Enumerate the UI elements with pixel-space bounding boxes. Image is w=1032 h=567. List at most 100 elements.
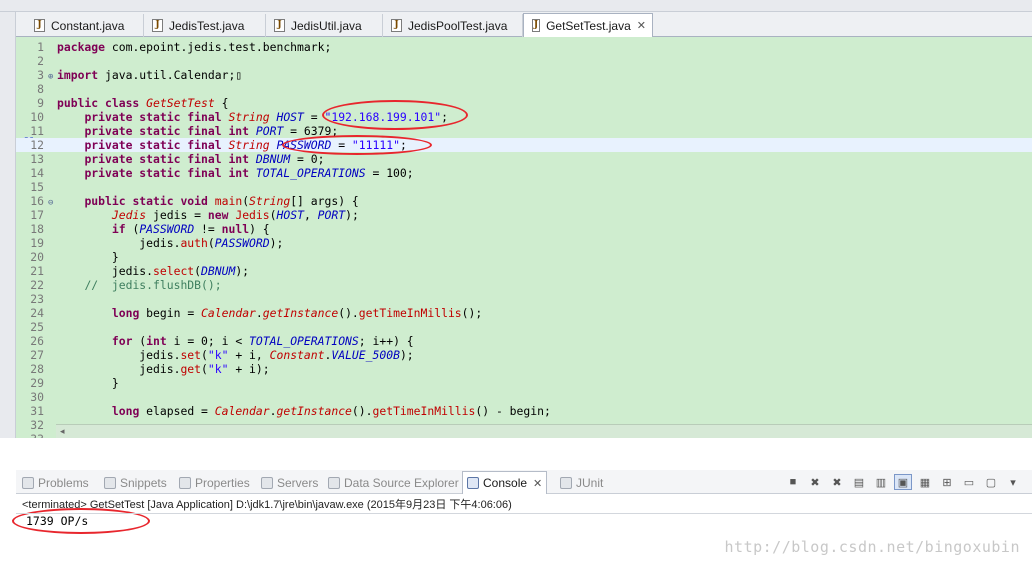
remove-all-icon[interactable]: ✖	[828, 474, 846, 490]
code-editor[interactable]: 1 package com.epoint.jedis.test.benchmark…	[16, 37, 1032, 438]
line-number: 9	[37, 96, 44, 110]
clear-console-icon[interactable]: ▤	[850, 474, 868, 490]
tab-label: Data Source Explorer	[344, 476, 459, 490]
code-line[interactable]: 8	[16, 82, 1032, 96]
code-line[interactable]: 22 // jedis.flushDB();	[16, 278, 1032, 292]
code-line[interactable]: 29 }	[16, 376, 1032, 390]
code-text: import java.util.Calendar;▯	[57, 68, 243, 82]
line-number: 27	[30, 348, 44, 362]
code-text: }	[57, 376, 119, 390]
close-icon[interactable]: ✕	[533, 477, 542, 490]
code-line[interactable]: 26 for (int i = 0; i < TOTAL_OPERATIONS;…	[16, 334, 1032, 348]
java-file-icon: J	[391, 19, 402, 32]
code-line[interactable]: 9 public class GetSetTest {	[16, 96, 1032, 110]
code-line[interactable]: 21 jedis.select(DBNUM);	[16, 264, 1032, 278]
code-line[interactable]: 16 ⊖ public static void main(String[] arg…	[16, 194, 1032, 208]
tab-getsettest-java[interactable]: J GetSetTest.java ✕	[523, 13, 653, 38]
code-line[interactable]: 31 long elapsed = Calendar.getInstance()…	[16, 404, 1032, 418]
code-lines: 1 package com.epoint.jedis.test.benchmark…	[16, 40, 1032, 438]
line-number: 29	[30, 376, 44, 390]
remove-launch-icon[interactable]: ✖	[806, 474, 824, 490]
tab-label: Snippets	[120, 476, 167, 490]
code-text: if (PASSWORD != null) {	[111, 222, 270, 236]
line-number: 10	[30, 110, 44, 124]
line-number: 12	[30, 138, 44, 152]
code-text: package com.epoint.jedis.test.benchmark;	[57, 40, 332, 54]
console-panel-tabs: Problems Snippets Properties Servers Dat…	[16, 470, 1032, 494]
tab-problems[interactable]: Problems	[22, 473, 89, 493]
line-number: 2	[37, 54, 44, 68]
line-number: 21	[30, 264, 44, 278]
line-number: 25	[30, 320, 44, 334]
line-number: 15	[30, 180, 44, 194]
show-console-icon[interactable]: ▣	[894, 474, 912, 490]
line-number: 18	[30, 222, 44, 236]
tab-label: JedisPoolTest.java	[408, 18, 508, 33]
junit-icon	[560, 477, 572, 489]
code-line[interactable]: 10 private static final String HOST = "1…	[16, 110, 1032, 124]
java-file-icon: J	[34, 19, 45, 32]
code-line[interactable]: 15	[16, 180, 1032, 194]
tab-properties[interactable]: Properties	[179, 473, 250, 493]
line-number: 22	[30, 278, 44, 292]
tab-console[interactable]: Console ✕	[462, 471, 548, 494]
code-line[interactable]: 18 if (PASSWORD != null) {	[16, 222, 1032, 236]
tab-jedisutil-java[interactable]: J JedisUtil.java	[266, 14, 383, 37]
editor-tab-bar: J Constant.java J JedisTest.java J Jedis…	[16, 12, 1032, 38]
tab-label: GetSetTest.java	[546, 18, 631, 33]
display-console-icon[interactable]: ▭	[960, 474, 978, 490]
code-line[interactable]: 12 private static final String PASSWORD …	[16, 138, 1032, 152]
tab-jedispooltest-java[interactable]: J JedisPoolTest.java	[383, 14, 523, 37]
line-number: 3	[37, 68, 44, 82]
line-number: 23	[30, 292, 44, 306]
horizontal-scrollbar[interactable]: ◂	[56, 424, 1032, 438]
code-text: long elapsed = Calendar.getInstance().ge…	[111, 404, 551, 418]
tab-servers[interactable]: Servers	[261, 473, 318, 493]
tab-constant-java[interactable]: J Constant.java	[26, 14, 144, 37]
view-menu-icon[interactable]: ▾	[1004, 474, 1022, 490]
code-line[interactable]: 19 jedis.auth(PASSWORD);	[16, 236, 1032, 250]
scroll-lock-icon[interactable]: ▥	[872, 474, 890, 490]
line-number: 32	[30, 418, 44, 432]
console-toolbar: ■ ✖ ✖ ▤ ▥ ▣ ▦ ⊞ ▭ ▢ ▾	[784, 474, 1022, 490]
code-line[interactable]: 28 jedis.get("k" + i);	[16, 362, 1032, 376]
tab-jedistest-java[interactable]: J JedisTest.java	[144, 14, 266, 37]
line-number: 1	[37, 40, 44, 54]
tab-data-source-explorer[interactable]: Data Source Explorer	[328, 473, 459, 493]
password-annotation-circle	[282, 135, 432, 155]
code-line[interactable]: 13 private static final int DBNUM = 0;	[16, 152, 1032, 166]
close-icon[interactable]: ✕	[637, 19, 646, 32]
code-line[interactable]: 23	[16, 292, 1032, 306]
line-number: 24	[30, 306, 44, 320]
code-line[interactable]: 1 package com.epoint.jedis.test.benchmark…	[16, 40, 1032, 54]
console-output: 1739 OP/s	[26, 514, 89, 528]
tab-label: Properties	[195, 476, 250, 490]
code-text: long begin = Calendar.getInstance().getT…	[111, 306, 483, 320]
java-file-icon: J	[532, 19, 541, 32]
code-line[interactable]: 14 private static final int TOTAL_OPERAT…	[16, 166, 1032, 180]
java-file-icon: J	[274, 19, 285, 32]
code-text: public class GetSetTest {	[57, 96, 229, 110]
open-console-icon[interactable]: ⊞	[938, 474, 956, 490]
code-text: }	[57, 250, 119, 264]
code-text: private static final int PORT = 6379;	[84, 124, 339, 138]
tab-label: Servers	[277, 476, 319, 490]
code-line[interactable]: 20 }	[16, 250, 1032, 264]
code-line[interactable]: 2	[16, 54, 1032, 68]
code-line[interactable]: 25	[16, 320, 1032, 334]
pin-console-icon[interactable]: ▦	[916, 474, 934, 490]
tab-junit[interactable]: JUnit	[560, 473, 603, 493]
code-line[interactable]: 30	[16, 390, 1032, 404]
code-line[interactable]: 11 private static final int PORT = 6379;	[16, 124, 1032, 138]
code-line[interactable]: 17 Jedis jedis = new Jedis(HOST, PORT);	[16, 208, 1032, 222]
tab-snippets[interactable]: Snippets	[104, 473, 167, 493]
terminate-icon[interactable]: ■	[784, 474, 802, 490]
line-number: 28	[30, 362, 44, 376]
code-line[interactable]: 3 ⊕ import java.util.Calendar;▯	[16, 68, 1032, 82]
code-text: // jedis.flushDB();	[84, 278, 222, 292]
code-line[interactable]: 27 jedis.set("k" + i, Constant.VALUE_500…	[16, 348, 1032, 362]
new-console-icon[interactable]: ▢	[982, 474, 1000, 490]
code-line[interactable]: 24 long begin = Calendar.getInstance().g…	[16, 306, 1032, 320]
tab-label: JedisUtil.java	[291, 18, 362, 33]
divider	[0, 438, 1032, 462]
